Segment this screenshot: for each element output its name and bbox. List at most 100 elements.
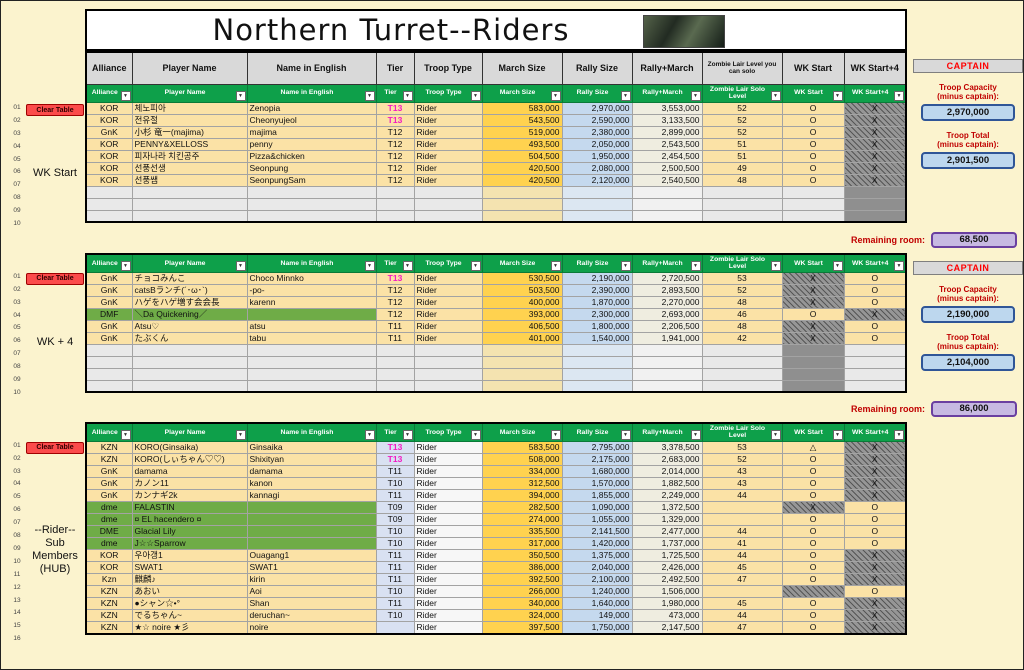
cell-english[interactable]: Ouagang1 xyxy=(246,548,377,562)
cell-tier[interactable]: T09 xyxy=(375,500,415,514)
cell-wk4[interactable]: X xyxy=(843,440,907,454)
cell-wk[interactable]: O xyxy=(781,476,845,490)
cell-alliance[interactable] xyxy=(85,355,133,369)
cell-rallymarch[interactable]: 2,014,000 xyxy=(631,464,703,478)
cell-wk[interactable]: X xyxy=(781,283,845,297)
cell-alliance[interactable] xyxy=(85,343,133,357)
cell-march[interactable] xyxy=(481,209,563,223)
cell-wk4[interactable] xyxy=(843,343,907,357)
cell-alliance[interactable]: dme xyxy=(85,500,133,514)
cell-player[interactable] xyxy=(131,197,248,211)
cell-march[interactable]: 324,000 xyxy=(481,608,563,622)
cell-player[interactable]: 小杉 竜一(majima) xyxy=(131,125,248,139)
cell-tier[interactable]: T11 xyxy=(375,596,415,610)
filter-dropdown-icon[interactable]: ▼ xyxy=(364,260,375,271)
cell-alliance[interactable]: KOR xyxy=(85,113,133,127)
cell-tier[interactable]: T11 xyxy=(375,548,415,562)
cell-wk4[interactable]: O xyxy=(843,271,907,285)
cell-wk4[interactable]: O xyxy=(843,536,907,550)
cell-march[interactable]: 503,500 xyxy=(481,283,563,297)
cell-troop[interactable]: Rider xyxy=(413,113,483,127)
cell-player[interactable] xyxy=(131,355,248,369)
cell-rallymarch[interactable] xyxy=(631,343,703,357)
cell-rally[interactable]: 1,680,000 xyxy=(561,464,633,478)
cell-alliance[interactable]: KOR xyxy=(85,560,133,574)
filter-dropdown-icon[interactable]: ▼ xyxy=(235,429,246,440)
cell-march[interactable]: 543,500 xyxy=(481,113,563,127)
cell-march[interactable]: 274,000 xyxy=(481,512,563,526)
cell-troop[interactable]: Rider xyxy=(413,560,483,574)
cell-alliance[interactable] xyxy=(85,209,133,223)
cell-lair[interactable]: 51 xyxy=(701,137,783,151)
cell-rallymarch[interactable]: 2,270,000 xyxy=(631,295,703,309)
filter-dropdown-icon[interactable]: ▼ xyxy=(620,260,631,271)
cell-alliance[interactable]: DMF xyxy=(85,307,133,321)
cell-troop[interactable]: Rider xyxy=(413,536,483,550)
cell-troop[interactable]: Rider xyxy=(413,512,483,526)
cell-wk4[interactable]: X xyxy=(843,572,907,586)
cell-english[interactable] xyxy=(246,307,377,321)
filter-dropdown-icon[interactable]: ▼ xyxy=(620,90,631,101)
cell-player[interactable]: damama xyxy=(131,464,248,478)
cell-player[interactable]: 麒麟♪ xyxy=(131,572,248,586)
cell-wk[interactable] xyxy=(781,355,845,369)
cell-rallymarch[interactable]: 2,500,500 xyxy=(631,161,703,175)
cell-rallymarch[interactable]: 473,000 xyxy=(631,608,703,622)
cell-rallymarch[interactable]: 3,378,500 xyxy=(631,440,703,454)
cell-english[interactable]: atsu xyxy=(246,319,377,333)
cell-troop[interactable]: Rider xyxy=(413,440,483,454)
cell-rally[interactable]: 1,750,000 xyxy=(561,620,633,635)
cell-rally[interactable]: 1,800,000 xyxy=(561,319,633,333)
cell-player[interactable]: 피자나라 치킨공주 xyxy=(131,149,248,163)
cell-troop[interactable]: Rider xyxy=(413,608,483,622)
cell-lair[interactable] xyxy=(701,355,783,369)
cell-rally[interactable]: 1,640,000 xyxy=(561,596,633,610)
cell-rallymarch[interactable]: 1,980,000 xyxy=(631,596,703,610)
cell-troop[interactable]: Rider xyxy=(413,476,483,490)
cell-lair[interactable]: 48 xyxy=(701,173,783,187)
cell-wk[interactable] xyxy=(781,584,845,598)
cell-alliance[interactable]: GnK xyxy=(85,125,133,139)
cell-rally[interactable]: 2,100,000 xyxy=(561,572,633,586)
cell-tier[interactable]: T12 xyxy=(375,161,415,175)
cell-wk[interactable]: O xyxy=(781,161,845,175)
cell-alliance[interactable]: KOR xyxy=(85,173,133,187)
cell-march[interactable]: 350,500 xyxy=(481,548,563,562)
cell-troop[interactable] xyxy=(413,343,483,357)
cell-player[interactable]: 우아갱1 xyxy=(131,548,248,562)
clear-table-button[interactable]: Clear Table xyxy=(26,104,84,116)
cell-troop[interactable]: Rider xyxy=(413,572,483,586)
cell-tier[interactable]: T11 xyxy=(375,560,415,574)
cell-tier[interactable]: T13 xyxy=(375,440,415,454)
cell-lair[interactable]: 52 xyxy=(701,101,783,115)
cell-tier[interactable] xyxy=(375,185,415,199)
cell-wk4[interactable]: X xyxy=(843,173,907,187)
cell-wk4[interactable]: X xyxy=(843,476,907,490)
cell-wk[interactable]: O xyxy=(781,125,845,139)
cell-rallymarch[interactable]: 2,693,000 xyxy=(631,307,703,321)
cell-march[interactable]: 420,500 xyxy=(481,161,563,175)
cell-tier[interactable] xyxy=(375,355,415,369)
cell-troop[interactable]: Rider xyxy=(413,488,483,502)
cell-alliance[interactable] xyxy=(85,185,133,199)
cell-wk[interactable]: O xyxy=(781,137,845,151)
cell-english[interactable] xyxy=(246,367,377,381)
cell-alliance[interactable]: dme xyxy=(85,512,133,526)
cell-player[interactable]: ●シャン☆•° xyxy=(131,596,248,610)
cell-march[interactable]: 340,000 xyxy=(481,596,563,610)
cell-rallymarch[interactable] xyxy=(631,355,703,369)
cell-wk4[interactable]: X xyxy=(843,137,907,151)
cell-wk[interactable]: O xyxy=(781,548,845,562)
cell-troop[interactable] xyxy=(413,197,483,211)
cell-lair[interactable] xyxy=(701,512,783,526)
cell-wk[interactable]: △ xyxy=(781,440,845,454)
cell-rally[interactable]: 149,000 xyxy=(561,608,633,622)
filter-dropdown-icon[interactable]: ▼ xyxy=(120,90,131,101)
filter-dropdown-icon[interactable]: ▼ xyxy=(690,429,701,440)
cell-wk4[interactable] xyxy=(843,185,907,199)
filter-dropdown-icon[interactable]: ▼ xyxy=(470,429,481,440)
cell-alliance[interactable] xyxy=(85,367,133,381)
cell-tier[interactable]: T11 xyxy=(375,319,415,333)
cell-tier[interactable] xyxy=(375,197,415,211)
cell-wk[interactable]: X xyxy=(781,271,845,285)
